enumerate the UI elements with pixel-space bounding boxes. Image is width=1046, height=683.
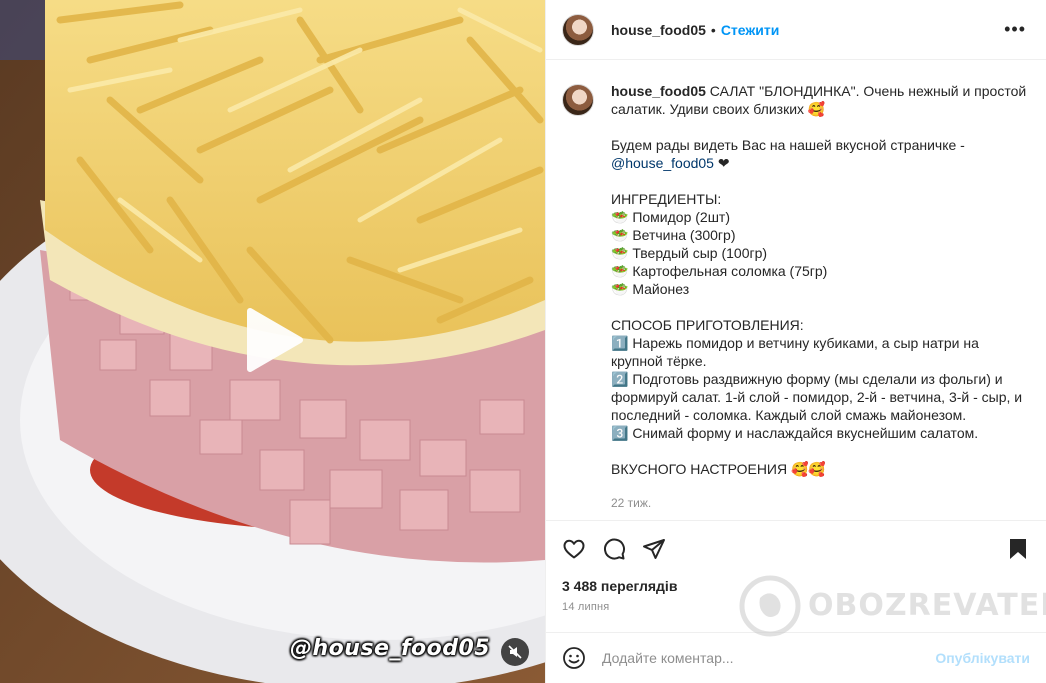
caption-gap	[611, 298, 1030, 316]
comment-bar: Опублікувати	[546, 632, 1046, 683]
caption-timestamp[interactable]: 22 тиж.	[611, 494, 1030, 512]
caption-line-16: ВКУСНОГО НАСТРОЕНИЯ 🥰🥰	[611, 461, 826, 477]
caption-gap	[611, 118, 1030, 136]
heart-emoji: ❤	[713, 155, 730, 171]
post-video[interactable]: @house_food05	[0, 0, 545, 683]
caption-section: house_food05 САЛАТ "БЛОНДИНКА". Очень не…	[546, 60, 1046, 520]
caption-line-5: 🥗 Помидор (2шт)	[611, 209, 730, 225]
speaker-muted-icon	[508, 645, 522, 659]
action-bar	[546, 521, 1046, 577]
caption-gap	[611, 442, 1030, 460]
post-header: house_food05 • Стежити •••	[546, 0, 1046, 60]
caption-line-8: 🥗 Картофельная соломка (75гр)	[611, 263, 828, 279]
caption-avatar[interactable]	[562, 84, 594, 116]
caption-line-14: 3️⃣ Снимай форму и наслаждайся вкуснейши…	[611, 425, 979, 441]
mute-button[interactable]	[501, 638, 529, 666]
more-options-icon[interactable]: •••	[1000, 19, 1030, 40]
caption-line-6: 🥗 Ветчина (300гр)	[611, 227, 736, 243]
caption-mention[interactable]: @house_food05	[611, 155, 714, 171]
comment-icon[interactable]	[602, 537, 626, 561]
caption-line-13: 2️⃣ Подготовь раздвижную форму (мы сдела…	[611, 371, 1026, 423]
caption-username[interactable]: house_food05	[611, 83, 706, 99]
caption-line-2: Будем рады видеть Вас на нашей вкусной с…	[611, 137, 965, 153]
heart-icon[interactable]	[562, 537, 586, 561]
caption-line-11: СПОСОБ ПРИГОТОВЛЕНИЯ:	[611, 317, 804, 333]
header-separator: •	[710, 21, 716, 38]
comment-input[interactable]	[602, 650, 936, 666]
caption-line-12: 1️⃣ Нарежь помидор и ветчину кубиками, а…	[611, 335, 983, 369]
video-handle-overlay: @house_food05	[290, 636, 491, 661]
publish-button[interactable]: Опублікувати	[935, 650, 1030, 666]
post-date[interactable]: 14 липня	[546, 595, 1046, 613]
post-details-panel: house_food05 • Стежити ••• house_food05 …	[545, 0, 1046, 683]
post-actions-section: 3 488 переглядів 14 липня	[546, 520, 1046, 613]
view-count[interactable]: 3 488 переглядів	[546, 577, 1046, 595]
caption-line-7: 🥗 Твердый сыр (100гр)	[611, 245, 768, 261]
caption-line-4: ИНГРЕДИЕНТЫ:	[611, 191, 722, 207]
bookmark-icon[interactable]	[1006, 537, 1030, 561]
play-icon[interactable]	[240, 305, 306, 375]
caption-line-9: 🥗 Майонез	[611, 281, 690, 297]
follow-button[interactable]: Стежити	[721, 22, 780, 38]
caption-gap	[611, 172, 1030, 190]
header-username[interactable]: house_food05	[611, 22, 706, 38]
share-icon[interactable]	[642, 537, 666, 561]
avatar[interactable]	[562, 13, 594, 46]
caption-text: house_food05 САЛАТ "БЛОНДИНКА". Очень не…	[611, 82, 1030, 520]
emoji-icon[interactable]	[562, 646, 586, 670]
